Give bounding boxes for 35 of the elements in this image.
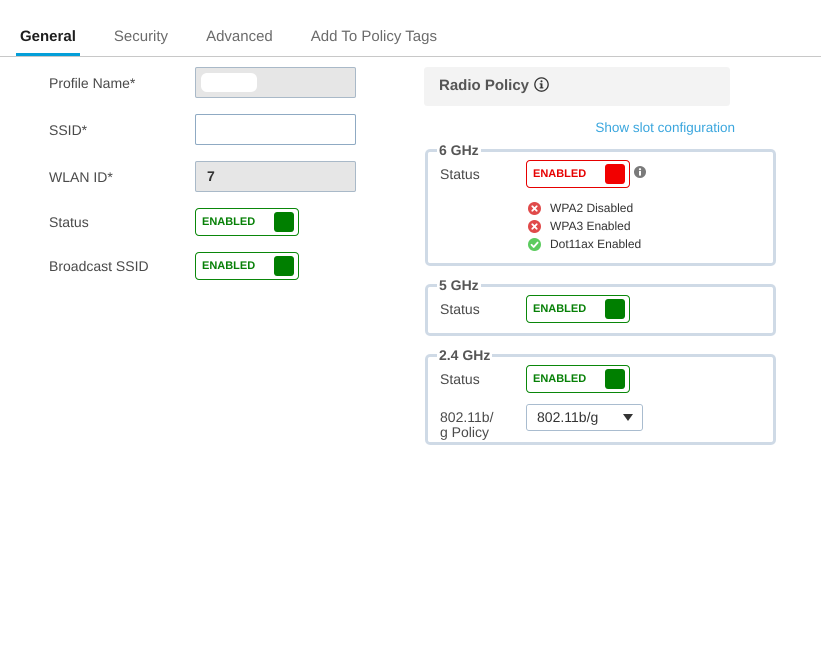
toggle-switch[interactable]: ENABLED (526, 365, 630, 393)
field-label: Broadcast SSID (49, 257, 150, 275)
tab[interactable]: General (16, 27, 80, 56)
panel-title: Radio Policy (439, 76, 530, 96)
toggle-switch[interactable]: ENABLED (195, 252, 299, 280)
toggle-knob-icon (274, 212, 294, 232)
field-label: 802.11b/g Policy (440, 410, 494, 440)
info-icon (534, 77, 550, 92)
slot-configuration-link[interactable]: Show slot configuration (595, 118, 735, 138)
toggle-knob-icon (605, 164, 625, 184)
toggle-knob-icon (605, 299, 625, 319)
field-label: Status (49, 213, 90, 231)
tab[interactable]: Security (110, 27, 172, 56)
band-legend: 5 GHz (437, 277, 481, 293)
field-label: Status (440, 165, 481, 183)
dropdown[interactable]: 802.11b/g (526, 404, 643, 431)
field-label: Status (440, 370, 481, 388)
band-legend: 6 GHz (437, 142, 481, 158)
field-label: WLAN ID* (49, 168, 114, 186)
check-text: Dot11ax Enabled (550, 236, 642, 253)
toggle-knob-icon (274, 256, 294, 276)
field-label: Status (440, 300, 481, 318)
band-legend: 2.4 GHz (437, 347, 492, 363)
field-label: SSID* (49, 120, 88, 138)
toggle-knob-icon (605, 369, 625, 389)
check-text: WPA3 Enabled (550, 218, 630, 235)
text-field[interactable] (195, 114, 356, 145)
field-label: Profile Name* (49, 74, 136, 92)
toggle-switch[interactable]: ENABLED (526, 160, 630, 188)
caret-icon (623, 414, 633, 421)
toggle-switch[interactable]: ENABLED (195, 208, 299, 236)
toggle-switch[interactable]: ENABLED (526, 295, 630, 323)
tab[interactable]: Advanced (202, 27, 277, 56)
tab[interactable]: Add To Policy Tags (306, 27, 441, 56)
check-text: WPA2 Disabled (550, 200, 634, 217)
